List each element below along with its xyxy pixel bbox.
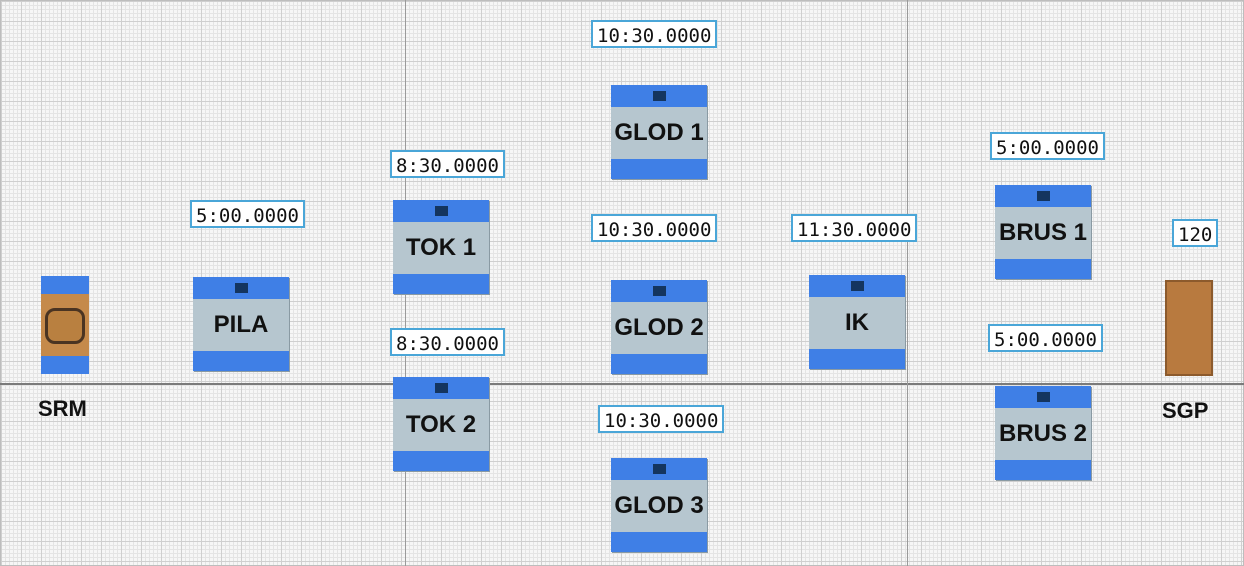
- sink-name-label: SGP: [1162, 398, 1209, 423]
- source-top-band: [41, 276, 89, 294]
- source-bottom-band: [41, 356, 89, 374]
- timer-glod-1: 10:30.0000: [591, 20, 718, 48]
- machine-label: BRUS 2: [998, 420, 1088, 447]
- status-indicator-icon: [653, 286, 666, 296]
- machine-footer-band: [611, 159, 707, 179]
- machine-label: PILA: [213, 311, 269, 338]
- machine-label: IK: [845, 309, 869, 336]
- machine-footer-band: [809, 349, 905, 369]
- machine-label: BRUS 1: [998, 219, 1088, 246]
- status-indicator-icon: [653, 91, 666, 101]
- canvas-horizontal-axis: [0, 383, 1244, 385]
- canvas-vertical-gridline: [907, 0, 908, 566]
- machine-footer-band: [193, 351, 289, 371]
- timer-brus-2: 5:00.0000: [988, 324, 1103, 352]
- source-name-label: SRM: [38, 396, 87, 421]
- timer-pila: 5:00.0000: [190, 200, 305, 228]
- machine-tok-2[interactable]: TOK 2: [393, 377, 489, 471]
- machine-brus-2[interactable]: BRUS 2: [995, 386, 1091, 480]
- machine-footer-band: [995, 259, 1091, 279]
- timer-ik: 11:30.0000: [791, 214, 918, 242]
- sink-counter: 120: [1172, 219, 1219, 247]
- status-indicator-icon: [1037, 191, 1050, 201]
- machine-glod-3[interactable]: GLOD 3: [611, 458, 707, 552]
- status-indicator-icon: [435, 383, 448, 393]
- source-entity-srm[interactable]: [41, 276, 89, 374]
- machine-footer-band: [393, 274, 489, 294]
- timer-tok-2: 8:30.0000: [390, 328, 505, 356]
- machine-tok-1[interactable]: TOK 1: [393, 200, 489, 294]
- sink-entity-sgp[interactable]: [1165, 280, 1213, 376]
- machine-label: GLOD 1: [614, 119, 704, 146]
- machine-brus-1[interactable]: BRUS 1: [995, 185, 1091, 279]
- part-icon: [45, 308, 85, 344]
- machine-footer-band: [393, 451, 489, 471]
- machine-footer-band: [611, 532, 707, 552]
- timer-glod-3: 10:30.0000: [598, 405, 725, 433]
- machine-footer-band: [611, 354, 707, 374]
- status-indicator-icon: [1037, 392, 1050, 402]
- status-indicator-icon: [435, 206, 448, 216]
- timer-brus-1: 5:00.0000: [990, 132, 1105, 160]
- machine-glod-2[interactable]: GLOD 2: [611, 280, 707, 374]
- machine-label: TOK 2: [405, 411, 477, 438]
- machine-label: GLOD 3: [614, 492, 704, 519]
- status-indicator-icon: [851, 281, 864, 291]
- machine-pila[interactable]: PILA: [193, 277, 289, 371]
- status-indicator-icon: [235, 283, 248, 293]
- timer-glod-2: 10:30.0000: [591, 214, 718, 242]
- status-indicator-icon: [653, 464, 666, 474]
- machine-ik[interactable]: IK: [809, 275, 905, 369]
- machine-label: TOK 1: [405, 234, 477, 261]
- machine-footer-band: [995, 460, 1091, 480]
- timer-tok-1: 8:30.0000: [390, 150, 505, 178]
- machine-glod-1[interactable]: GLOD 1: [611, 85, 707, 179]
- machine-label: GLOD 2: [614, 314, 704, 341]
